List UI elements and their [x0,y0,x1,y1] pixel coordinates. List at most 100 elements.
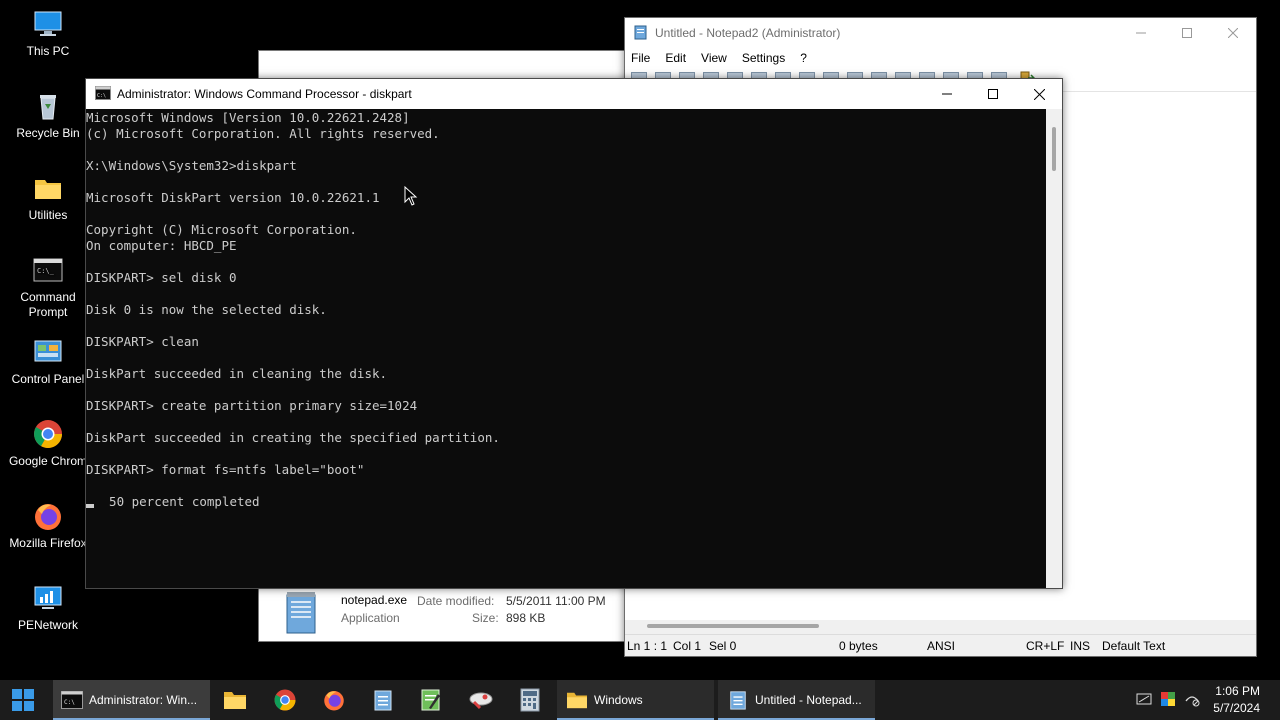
notepad2-titlebar[interactable]: Untitled - Notepad2 (Administrator) [625,18,1256,48]
file-item-notepad[interactable]: notepad.exe Date modified: 5/5/2011 11:0… [277,591,637,639]
status-bytes: 0 bytes [839,638,878,653]
desktop-icon-utilities[interactable]: Utilities [1,172,95,223]
taskbar-item-label: Untitled - Notepad... [755,693,862,707]
desktop-icon-penetwork[interactable]: PENetwork [1,582,95,633]
menu-help[interactable]: ? [800,51,807,65]
color-app-icon[interactable] [1160,691,1176,710]
console-line: Disk 0 is now the selected disk. [86,302,327,317]
console-line: DISKPART> format fs=ntfs label="boot" [86,462,365,477]
taskbar-item-cmd[interactable]: C:\ Administrator: Win... [53,680,210,720]
desktop-icon-mozilla-firefox[interactable]: Mozilla Firefox [1,500,95,551]
scrollbar-thumb[interactable] [647,624,819,628]
taskbar-item-notepad2[interactable]: Untitled - Notepad... [718,680,875,720]
file-size-label: Size: [472,611,499,625]
menu-file[interactable]: File [631,51,650,65]
file-size-value: 898 KB [506,611,546,625]
console-line: On computer: HBCD_PE [86,238,237,253]
menu-settings[interactable]: Settings [742,51,785,65]
notepad2-hscrollbar[interactable] [625,620,1256,634]
console-progress-line: 50 percent completed [86,494,1046,510]
system-tray [1136,680,1200,720]
svg-text:C:\: C:\ [64,699,75,706]
console-line: DiskPart succeeded in cleaning the disk. [86,366,388,381]
network-icon [32,582,64,614]
taskbar-pin-chrome[interactable] [268,680,302,720]
keyboard-icon[interactable] [1136,691,1152,710]
windows-logo-icon [12,689,34,711]
chrome-icon [274,689,296,711]
desktop-icon-label: Utilities [28,208,68,222]
file-type: Application [341,611,400,625]
control-panel-icon [32,336,64,368]
status-col: Col 1 [673,638,702,653]
menu-edit[interactable]: Edit [665,51,686,65]
recycle-bin-icon [32,90,64,122]
folder-icon [32,172,64,204]
scrollbar-thumb[interactable] [1052,127,1056,171]
cmd-console-output[interactable]: Microsoft Windows [Version 10.0.22621.24… [86,109,1046,588]
desktop-icon-label: Mozilla Firefox [9,536,87,550]
close-button[interactable] [1210,18,1256,48]
desktop-icon-recycle-bin[interactable]: Recycle Bin [1,90,95,141]
terminal-icon: C:\_ [32,254,64,286]
maximize-button[interactable] [1164,18,1210,48]
console-line: (c) Microsoft Corporation. All rights re… [86,126,440,141]
console-line: X:\Windows\System32>diskpart [86,158,297,173]
taskbar-item-label: Administrator: Win... [89,693,198,707]
file-date-label: Date modified: [417,594,495,608]
taskbar-pin-calculator[interactable] [513,680,547,720]
taskbar-pin-notepad2[interactable] [366,680,400,720]
status-eol[interactable]: CR+LF [1026,639,1064,653]
text-cursor [86,503,94,508]
menu-view[interactable]: View [701,51,727,65]
console-line: Copyright (C) Microsoft Corporation. [86,222,357,237]
cmd-vscrollbar[interactable] [1046,109,1062,588]
monitor-icon [32,8,64,40]
desktop-icon-google-chrome[interactable]: Google Chrom [1,418,95,469]
firefox-icon [324,691,344,711]
status-encoding[interactable]: ANSI [927,639,955,653]
file-name: notepad.exe [341,593,408,607]
notepad2-app-icon [634,24,648,43]
network-status-icon[interactable] [1184,691,1200,710]
taskbar-pin-firefox[interactable] [317,680,351,720]
folder-icon [567,692,587,709]
taskbar-pin-tool[interactable] [464,680,498,720]
taskbar-pin-explorer[interactable] [218,680,252,720]
taskbar-item-label: Windows [594,693,643,707]
taskbar: C:\ Administrator: Win... Windows Untitl… [0,680,1280,720]
cmd-window[interactable]: C:\ Administrator: Windows Command Proce… [85,78,1063,589]
notepad2-title: Untitled - Notepad2 (Administrator) [655,26,841,40]
console-line: DISKPART> sel disk 0 [86,270,237,285]
cmd-app-icon: C:\ [95,85,111,103]
folder-icon [224,692,246,709]
status-scheme[interactable]: Default Text [1102,639,1165,653]
notepad2-menubar: File Edit View Settings ? [625,48,1256,68]
svg-text:C:\_: C:\_ [37,267,55,275]
desktop-icon-this-pc[interactable]: This PC [1,8,95,59]
start-button[interactable] [0,680,46,720]
desktop-icon-command-prompt[interactable]: C:\_ Command Prompt [1,254,95,320]
maximize-button[interactable] [970,79,1016,109]
taskbar-clock[interactable]: 1:06 PM 5/7/2024 [1213,683,1260,717]
status-sel: Sel 0 [709,638,737,653]
cmd-titlebar[interactable]: C:\ Administrator: Windows Command Proce… [86,79,1062,109]
desktop-icon-control-panel[interactable]: Control Panel [1,336,95,387]
close-button[interactable] [1016,79,1062,109]
desktop-icon-label: PENetwork [17,618,79,632]
notepad-icon [730,691,746,710]
taskbar-pin-editor[interactable] [414,680,448,720]
status-position: Ln 1 : 1 [627,638,668,653]
taskbar-item-explorer[interactable]: Windows [557,680,714,720]
minimize-button[interactable] [1118,18,1164,48]
clock-date: 5/7/2024 [1213,701,1260,715]
minimize-button[interactable] [924,79,970,109]
svg-text:C:\: C:\ [97,93,106,99]
